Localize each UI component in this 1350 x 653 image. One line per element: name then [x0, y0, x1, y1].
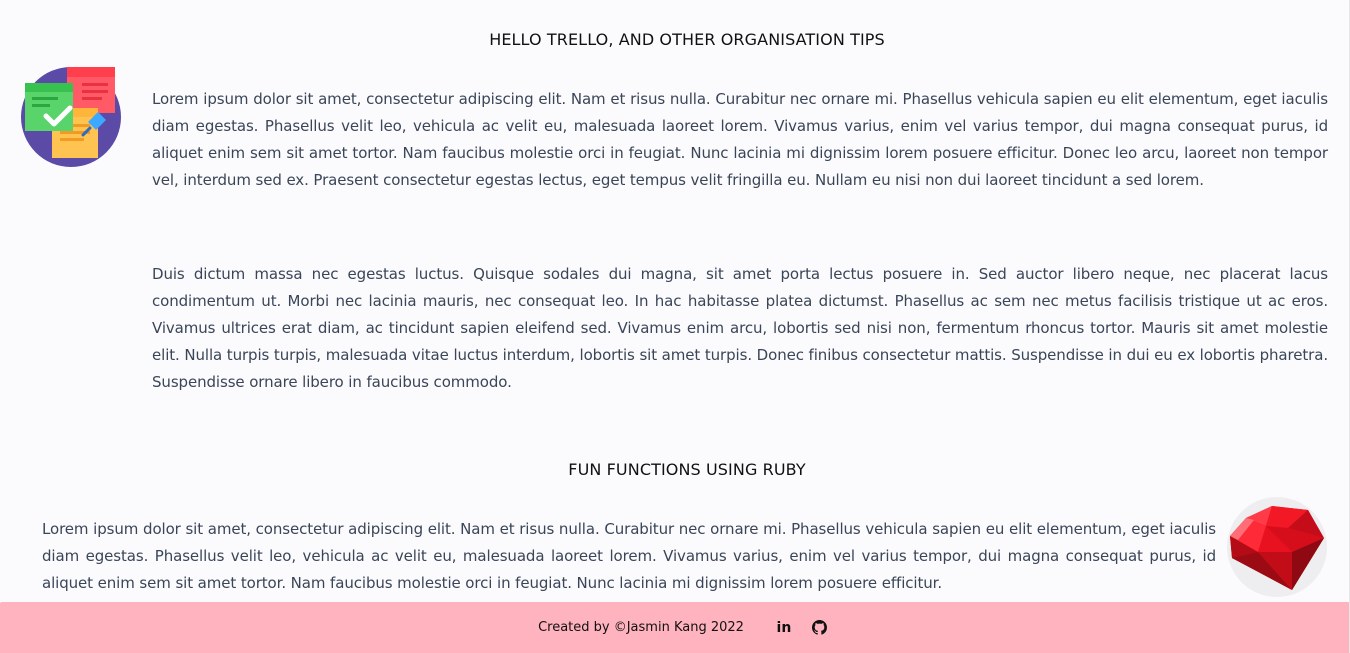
sticky-notes-icon: [20, 66, 122, 168]
post-paragraph: Duis dictum massa nec egestas luctus. Qu…: [152, 265, 1328, 391]
post-paragraph: Lorem ipsum dolor sit amet, consectetur …: [152, 90, 1328, 189]
github-link[interactable]: [811, 619, 829, 637]
footer: Created by ©Jasmin Kang 2022 in: [0, 602, 1350, 653]
linkedin-link[interactable]: in: [775, 619, 793, 637]
post-title-trello: HELLO TRELLO, AND OTHER ORGANISATION TIP…: [489, 30, 885, 49]
post-paragraph: Lorem ipsum dolor sit amet, consectetur …: [42, 520, 1216, 592]
footer-credit: Created by ©Jasmin Kang 2022: [538, 620, 744, 635]
ruby-gem-icon: [1226, 496, 1328, 598]
linkedin-icon: in: [776, 619, 792, 636]
github-icon: [812, 620, 828, 635]
post-title-ruby: FUN FUNCTIONS USING RUBY: [568, 460, 806, 479]
blog-page: HELLO TRELLO, AND OTHER ORGANISATION TIP…: [0, 0, 1350, 653]
